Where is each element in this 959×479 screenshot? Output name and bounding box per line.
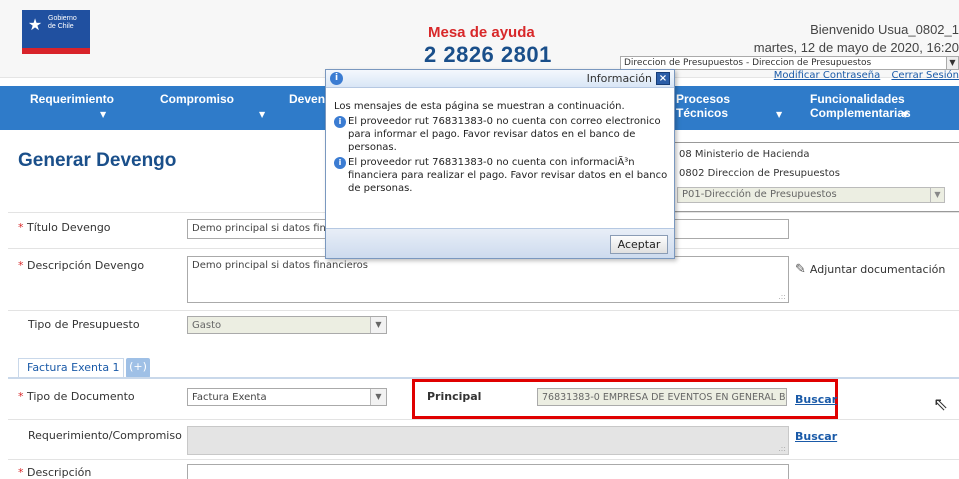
help-desk-phone: 2 2826 2801 bbox=[424, 42, 552, 67]
chevron-down-icon[interactable]: ▼ bbox=[370, 317, 386, 333]
logo-text-1: Gobierno bbox=[48, 15, 77, 22]
resize-handle-icon[interactable]: .:: bbox=[778, 444, 786, 453]
titulo-label: * Título Devengo bbox=[18, 221, 111, 234]
caret-down-icon: ▼ bbox=[100, 110, 107, 119]
gobierno-logo: ★ Gobierno de Chile bbox=[22, 10, 90, 54]
info-icon: i bbox=[334, 157, 346, 169]
logout-link[interactable]: Cerrar Sesión bbox=[891, 70, 959, 81]
header: ★ Gobierno de Chile Mesa de ayuda 2 2826… bbox=[0, 0, 959, 81]
paperclip-icon: ✎ bbox=[795, 262, 806, 277]
buscar-req-comp-link[interactable]: Buscar bbox=[795, 430, 837, 443]
dialog-footer: Aceptar bbox=[326, 228, 674, 258]
close-icon[interactable]: × bbox=[656, 72, 670, 85]
chevron-down-icon[interactable]: ▼ bbox=[946, 57, 958, 69]
tipo-documento-label: * Tipo de Documento bbox=[18, 390, 135, 403]
dialog-title: Información bbox=[586, 72, 652, 85]
row-divider bbox=[8, 310, 959, 311]
date-text: martes, 12 de mayo de 2020, 16:20 bbox=[753, 40, 959, 55]
ministry-text: 08 Ministerio de Hacienda bbox=[679, 149, 810, 160]
req-comp-label: Requerimiento/Compromiso bbox=[28, 429, 182, 442]
tab-factura-exenta-1[interactable]: Factura Exenta 1 bbox=[18, 358, 124, 378]
info-icon: i bbox=[334, 116, 346, 128]
cursor-icon: ⇖ bbox=[933, 394, 949, 415]
row-divider bbox=[8, 419, 959, 420]
dialog-intro: Los mensajes de esta página se muestran … bbox=[334, 101, 625, 112]
principal-input[interactable]: 76831383-0 EMPRESA DE EVENTOS EN GENERAL… bbox=[537, 388, 787, 406]
buscar-principal-link[interactable]: Buscar bbox=[795, 393, 837, 406]
caret-down-icon: ▼ bbox=[776, 110, 783, 119]
dialog-titlebar: i Información × bbox=[326, 70, 674, 88]
nav-item-compromiso[interactable]: Compromiso bbox=[160, 92, 234, 106]
add-tab-button[interactable]: (+) bbox=[126, 358, 150, 378]
principal-label: Principal bbox=[427, 390, 482, 403]
descripcion2-input[interactable] bbox=[187, 464, 789, 479]
nav-item-procesos-tecnicos[interactable]: Procesos Técnicos bbox=[676, 92, 730, 120]
information-dialog: i Información × Los mensajes de esta pág… bbox=[325, 69, 675, 259]
change-password-link[interactable]: Modificar Contraseña bbox=[774, 70, 881, 81]
help-desk-title: Mesa de ayuda bbox=[428, 24, 535, 41]
nav-item-devengo[interactable]: Deven bbox=[289, 92, 325, 106]
chevron-down-icon[interactable]: ▼ bbox=[370, 389, 386, 405]
organization-select-value: Direccion de Presupuestos - Direccion de… bbox=[624, 58, 872, 68]
dialog-message: i El proveedor rut 76831383-0 no cuenta … bbox=[334, 115, 668, 154]
info-icon: i bbox=[330, 72, 343, 85]
organization-panel: 08 Ministerio de Hacienda 0802 Direccion… bbox=[668, 142, 959, 212]
tipo-presupuesto-label: Tipo de Presupuesto bbox=[28, 318, 140, 331]
logo-text-2: de Chile bbox=[48, 23, 74, 30]
nav-item-requerimiento[interactable]: Requerimiento bbox=[30, 92, 114, 106]
descripcion-label: * Descripción Devengo bbox=[18, 259, 145, 272]
service-text: 0802 Direccion de Presupuestos bbox=[679, 168, 840, 179]
unit-select[interactable]: P01-Dirección de Presupuestos ▼ bbox=[677, 187, 945, 203]
row-divider bbox=[8, 459, 959, 460]
caret-down-icon: ▼ bbox=[259, 110, 266, 119]
resize-handle-icon[interactable]: .:: bbox=[778, 292, 786, 301]
dialog-message: i El proveedor rut 76831383-0 no cuenta … bbox=[334, 156, 668, 195]
tipo-presupuesto-select[interactable]: Gasto ▼ bbox=[187, 316, 387, 334]
tipo-documento-select[interactable]: Factura Exenta ▼ bbox=[187, 388, 387, 406]
dialog-body: Los mensajes de esta página se muestran … bbox=[334, 100, 668, 195]
account-links: Modificar Contraseña Cerrar Sesión bbox=[766, 70, 959, 81]
descripcion-textarea[interactable]: Demo principal si datos financieros .:: bbox=[187, 256, 789, 303]
organization-select[interactable]: Direccion de Presupuestos - Direccion de… bbox=[620, 56, 959, 70]
descripcion2-label: * Descripción bbox=[18, 466, 92, 479]
attach-documentation-link[interactable]: ✎ Adjuntar documentación bbox=[795, 262, 945, 277]
welcome-text: Bienvenido Usua_0802_1 bbox=[810, 22, 959, 37]
accept-button[interactable]: Aceptar bbox=[610, 235, 668, 254]
nav-item-funcionalidades[interactable]: Funcionalidades Complementarias bbox=[810, 92, 911, 120]
star-icon: ★ bbox=[27, 15, 43, 34]
page-title: Generar Devengo bbox=[18, 150, 177, 171]
req-comp-input[interactable]: .:: bbox=[187, 426, 789, 455]
caret-down-icon: ▼ bbox=[902, 110, 909, 119]
chevron-down-icon[interactable]: ▼ bbox=[930, 188, 944, 202]
